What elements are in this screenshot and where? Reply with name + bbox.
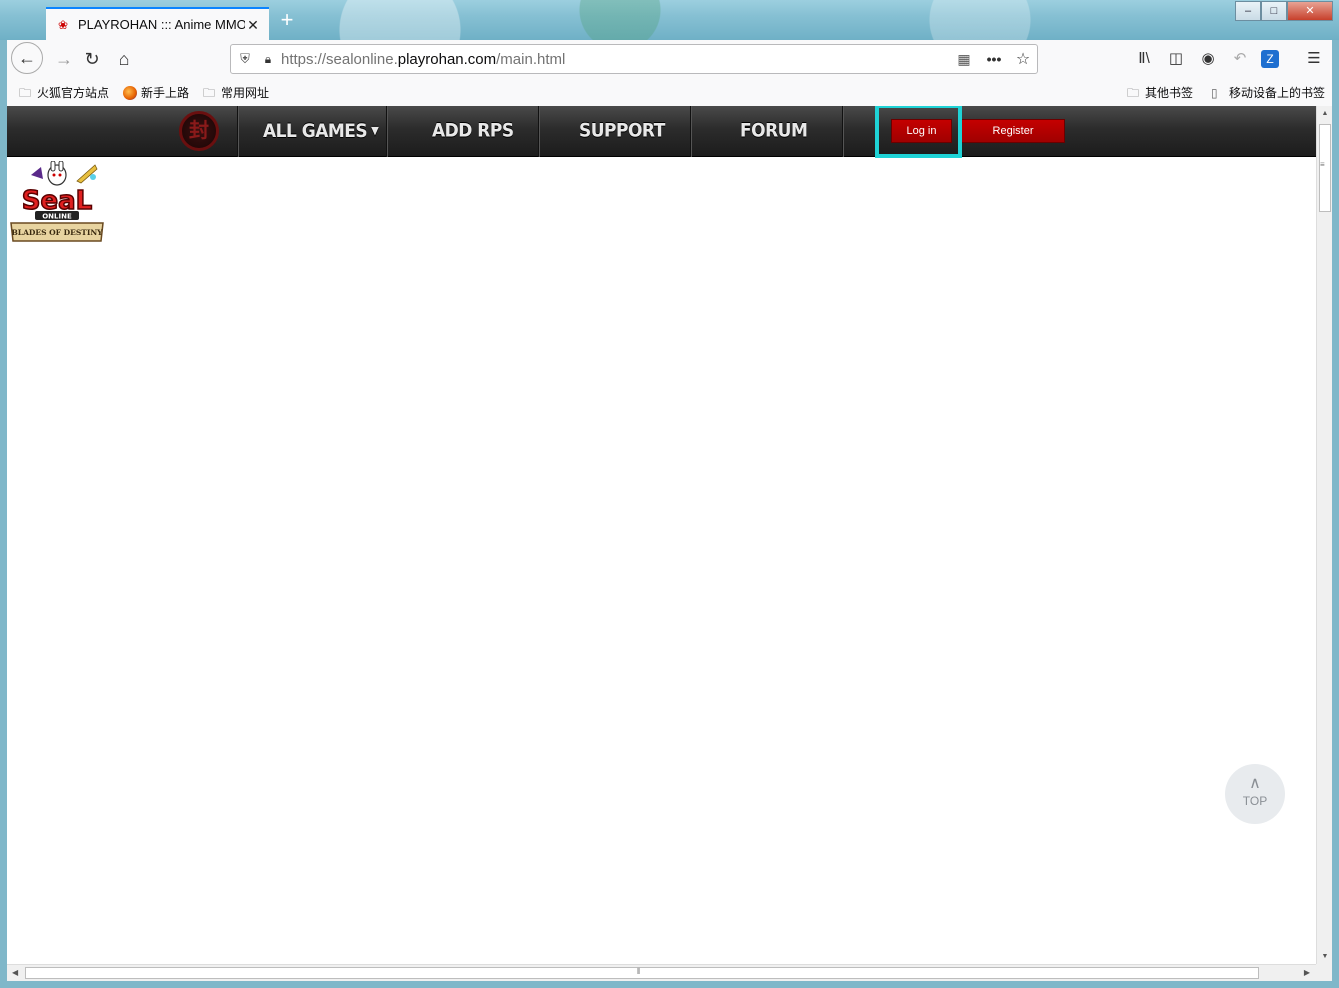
menu-icon[interactable]: ☰: [1303, 48, 1325, 70]
rabbit-favicon-icon: ❀: [57, 17, 69, 32]
bookmark-label: 移动设备上的书签: [1229, 86, 1326, 100]
page-actions-icon[interactable]: •••: [979, 51, 1009, 67]
new-tab-icon[interactable]: +: [276, 9, 298, 32]
tracking-shield-icon[interactable]: ⛨: [231, 51, 259, 67]
qr-code-icon[interactable]: ▦: [949, 51, 979, 68]
grip-icon: ⦀: [637, 967, 641, 976]
scroll-up-icon[interactable]: ▲: [1320, 110, 1330, 117]
logo-online-text: ONLINE: [42, 213, 72, 221]
mobile-device-icon: ▯: [1211, 85, 1218, 100]
url-text[interactable]: https://sealonline.playrohan.com/main.ht…: [277, 51, 949, 68]
nav-all-games-label: ALL GAMES: [263, 120, 368, 143]
horizontal-scrollbar[interactable]: ◀ ⦀ ▶: [7, 964, 1316, 981]
nav-forum[interactable]: FORUM: [740, 106, 808, 160]
bookmark-label: 新手上路: [141, 86, 190, 100]
bookmark-star-icon[interactable]: ☆: [1009, 49, 1037, 69]
lock-icon[interactable]: 🔒︎: [259, 52, 277, 67]
url-path: /main.html: [496, 50, 566, 68]
login-highlight-box: [875, 106, 962, 158]
reload-icon[interactable]: ↻: [77, 44, 107, 74]
horizontal-scroll-thumb[interactable]: [25, 967, 1259, 979]
folder-icon: 🗀︎: [203, 85, 216, 100]
undo-icon[interactable]: ↶: [1229, 48, 1251, 70]
vertical-scrollbar[interactable]: ▲ ≡ ▼: [1316, 106, 1332, 964]
nav-divider: [237, 106, 238, 157]
window-controls: – □ ✕: [1235, 1, 1333, 21]
nav-divider: [538, 106, 539, 157]
seal-online-logo[interactable]: SeaL ONLINE BLADES OF DESTINY: [7, 161, 107, 243]
minimize-icon[interactable]: –: [1235, 1, 1261, 21]
page-content: 封 ALL GAMES ▼ ADD RPS SUPPORT FORUM Log i…: [7, 106, 1316, 964]
scroll-down-icon[interactable]: ▼: [1320, 953, 1330, 960]
top-label: TOP: [1242, 794, 1268, 808]
browser-tab[interactable]: ❀ PLAYROHAN ::: Anime MMO ✕: [46, 7, 269, 40]
home-icon[interactable]: ⌂: [109, 44, 139, 74]
bookmark-label: 其他书签: [1145, 86, 1194, 100]
folder-icon: 🗀︎: [1127, 85, 1140, 100]
site-navigation: 封 ALL GAMES ▼ ADD RPS SUPPORT FORUM Log i…: [7, 106, 1316, 160]
bookmark-item[interactable]: 🗀︎ 常用网址: [203, 84, 269, 101]
library-icon[interactable]: Ⅱ\: [1133, 48, 1155, 70]
tab-title: PLAYROHAN ::: Anime MMO: [78, 17, 245, 32]
sidebar-icon[interactable]: ◫: [1165, 48, 1187, 70]
back-icon[interactable]: ←: [11, 42, 43, 74]
chevron-up-icon: ∧: [1249, 775, 1261, 792]
grip-icon: ≡: [1320, 160, 1325, 169]
nav-support[interactable]: SUPPORT: [579, 106, 665, 160]
scroll-left-icon[interactable]: ◀: [12, 968, 18, 977]
playrohan-logo-icon[interactable]: 封: [179, 111, 219, 151]
bookmark-item[interactable]: 🗀︎ 其他书签: [1127, 84, 1193, 101]
bookmark-item[interactable]: 新手上路: [123, 84, 189, 101]
address-bar[interactable]: ⛨ 🔒︎ https://sealonline.playrohan.com/ma…: [230, 44, 1038, 74]
close-window-icon[interactable]: ✕: [1287, 1, 1333, 21]
register-button[interactable]: Register: [961, 119, 1065, 143]
url-domain: playrohan.com: [397, 50, 497, 68]
scroll-to-top-button[interactable]: ∧ TOP: [1225, 764, 1285, 824]
logo-subtitle-text: BLADES OF DESTINY: [11, 228, 103, 237]
forward-icon[interactable]: →: [49, 44, 79, 74]
tab-close-icon[interactable]: ✕: [245, 17, 261, 33]
scrollbar-corner: [1316, 964, 1332, 981]
browser-toolbar: ← → ↻ ⌂ ⛨ 🔒︎ https://sealonline.playroha…: [7, 40, 1332, 78]
nav-divider: [386, 106, 387, 157]
bookmark-label: 常用网址: [221, 86, 270, 100]
folder-icon: 🗀︎: [19, 85, 32, 100]
window-border: [0, 981, 1339, 988]
scroll-right-icon[interactable]: ▶: [1304, 968, 1310, 977]
bookmarks-bar: 🗀︎ 火狐官方站点 新手上路 🗀︎ 常用网址 🗀︎ 其他书签 ▯ 移动设备上的书签: [7, 78, 1332, 106]
bookmark-label: 火狐官方站点: [37, 86, 110, 100]
extension-icon[interactable]: Z: [1261, 50, 1279, 68]
bookmark-item[interactable]: ▯ 移动设备上的书签: [1211, 84, 1325, 101]
firefox-icon: [123, 85, 137, 100]
nav-all-games[interactable]: ALL GAMES ▼: [263, 106, 379, 160]
nav-divider: [842, 106, 843, 157]
nav-add-rps[interactable]: ADD RPS: [432, 106, 514, 160]
caret-down-icon: ▼: [371, 125, 379, 138]
nav-divider: [690, 106, 691, 157]
bookmark-item[interactable]: 🗀︎ 火狐官方站点: [19, 84, 109, 101]
account-icon[interactable]: ◉: [1197, 48, 1219, 70]
url-prefix: https://sealonline.: [281, 50, 398, 68]
maximize-icon[interactable]: □: [1261, 1, 1287, 21]
